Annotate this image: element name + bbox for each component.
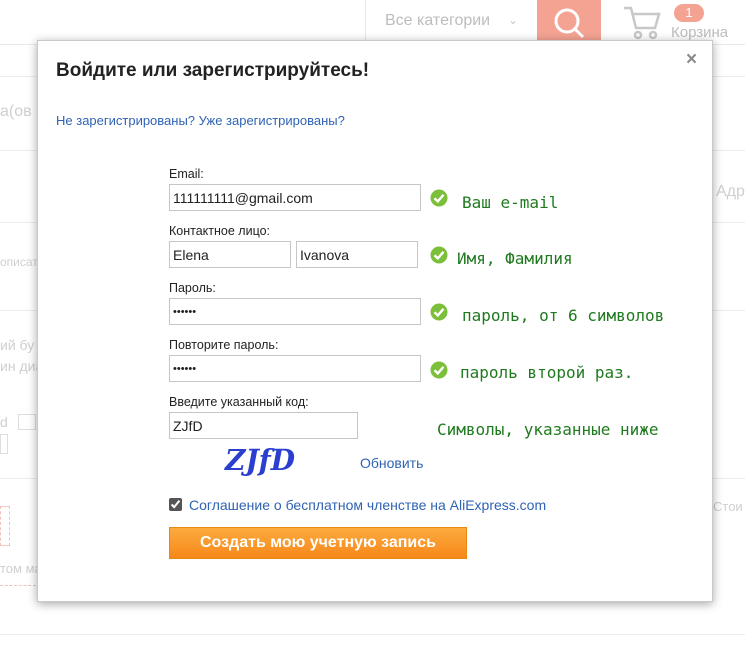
bg-text-fragment: Стои (713, 499, 743, 514)
close-button[interactable]: × (686, 49, 697, 71)
dialog-title: Войдите или зарегистрируйтесь! (56, 60, 370, 81)
cart-icon[interactable] (622, 4, 662, 42)
hint-repeat-password: пароль второй раз. (460, 363, 634, 382)
bg-dashed-line (0, 585, 36, 586)
last-name-field[interactable] (296, 241, 418, 268)
search-icon (554, 8, 585, 39)
email-label: Email: (169, 167, 204, 181)
agreement-link[interactable]: Соглашение о бесплатном членстве на AliE… (189, 497, 546, 513)
auth-tabs: Не зарегистрированы? Уже зарегистрирован… (56, 113, 345, 128)
hint-code: Символы, указанные ниже (437, 420, 659, 439)
check-ok-icon (430, 303, 448, 321)
bg-text-fragment: ий бу (0, 337, 35, 353)
captcha-image: ZJfD (224, 443, 295, 477)
bg-divider (0, 634, 745, 635)
check-ok-icon (430, 189, 448, 207)
agreement-checkbox[interactable] (169, 498, 182, 511)
cart-label: Корзина (671, 24, 729, 41)
password-field[interactable] (169, 298, 421, 325)
refresh-captcha-link[interactable]: Обновить (360, 455, 423, 471)
bg-icon-box (18, 414, 36, 430)
code-label: Введите указанный код: (169, 395, 309, 409)
bg-text-fragment: описат (0, 255, 38, 269)
bg-input-fragment (0, 434, 8, 454)
bg-text-fragment: а(ов (0, 103, 32, 120)
check-ok-icon (430, 246, 448, 264)
hint-name: Имя, Фамилия (457, 249, 573, 268)
chevron-down-icon: ⌄ (508, 13, 519, 27)
tab-register[interactable]: Не зарегистрированы? (56, 113, 195, 128)
bg-text-fragment: d (0, 414, 8, 430)
cart-count-badge: 1 (674, 4, 704, 22)
contact-label: Контактное лицо: (169, 224, 271, 238)
first-name-field[interactable] (169, 241, 291, 268)
password-label: Пароль: (169, 281, 216, 295)
hint-email: Ваш e-mail (462, 193, 559, 212)
repeat-password-field[interactable] (169, 355, 421, 382)
tab-login[interactable]: Уже зарегистрированы? (199, 113, 345, 128)
bg-dashed-box (0, 506, 10, 546)
repeat-password-label: Повторите пароль: (169, 338, 279, 352)
bg-text-fragment: том ма (0, 561, 42, 576)
check-ok-icon (430, 361, 448, 379)
captcha-text: ZJfD (224, 443, 295, 477)
captcha-field[interactable] (169, 412, 358, 439)
category-select[interactable]: Все категории ⌄ (365, 0, 537, 44)
registration-dialog: Войдите или зарегистрируйтесь! × Не заре… (37, 40, 713, 602)
search-button[interactable] (537, 0, 601, 44)
email-field[interactable] (169, 184, 421, 211)
create-account-button[interactable]: Создать мою учетную запись (169, 527, 467, 559)
hint-password: пароль, от 6 символов (462, 306, 665, 325)
category-label: Все категории (385, 12, 491, 29)
bg-text-fragment: Адр (716, 183, 745, 200)
